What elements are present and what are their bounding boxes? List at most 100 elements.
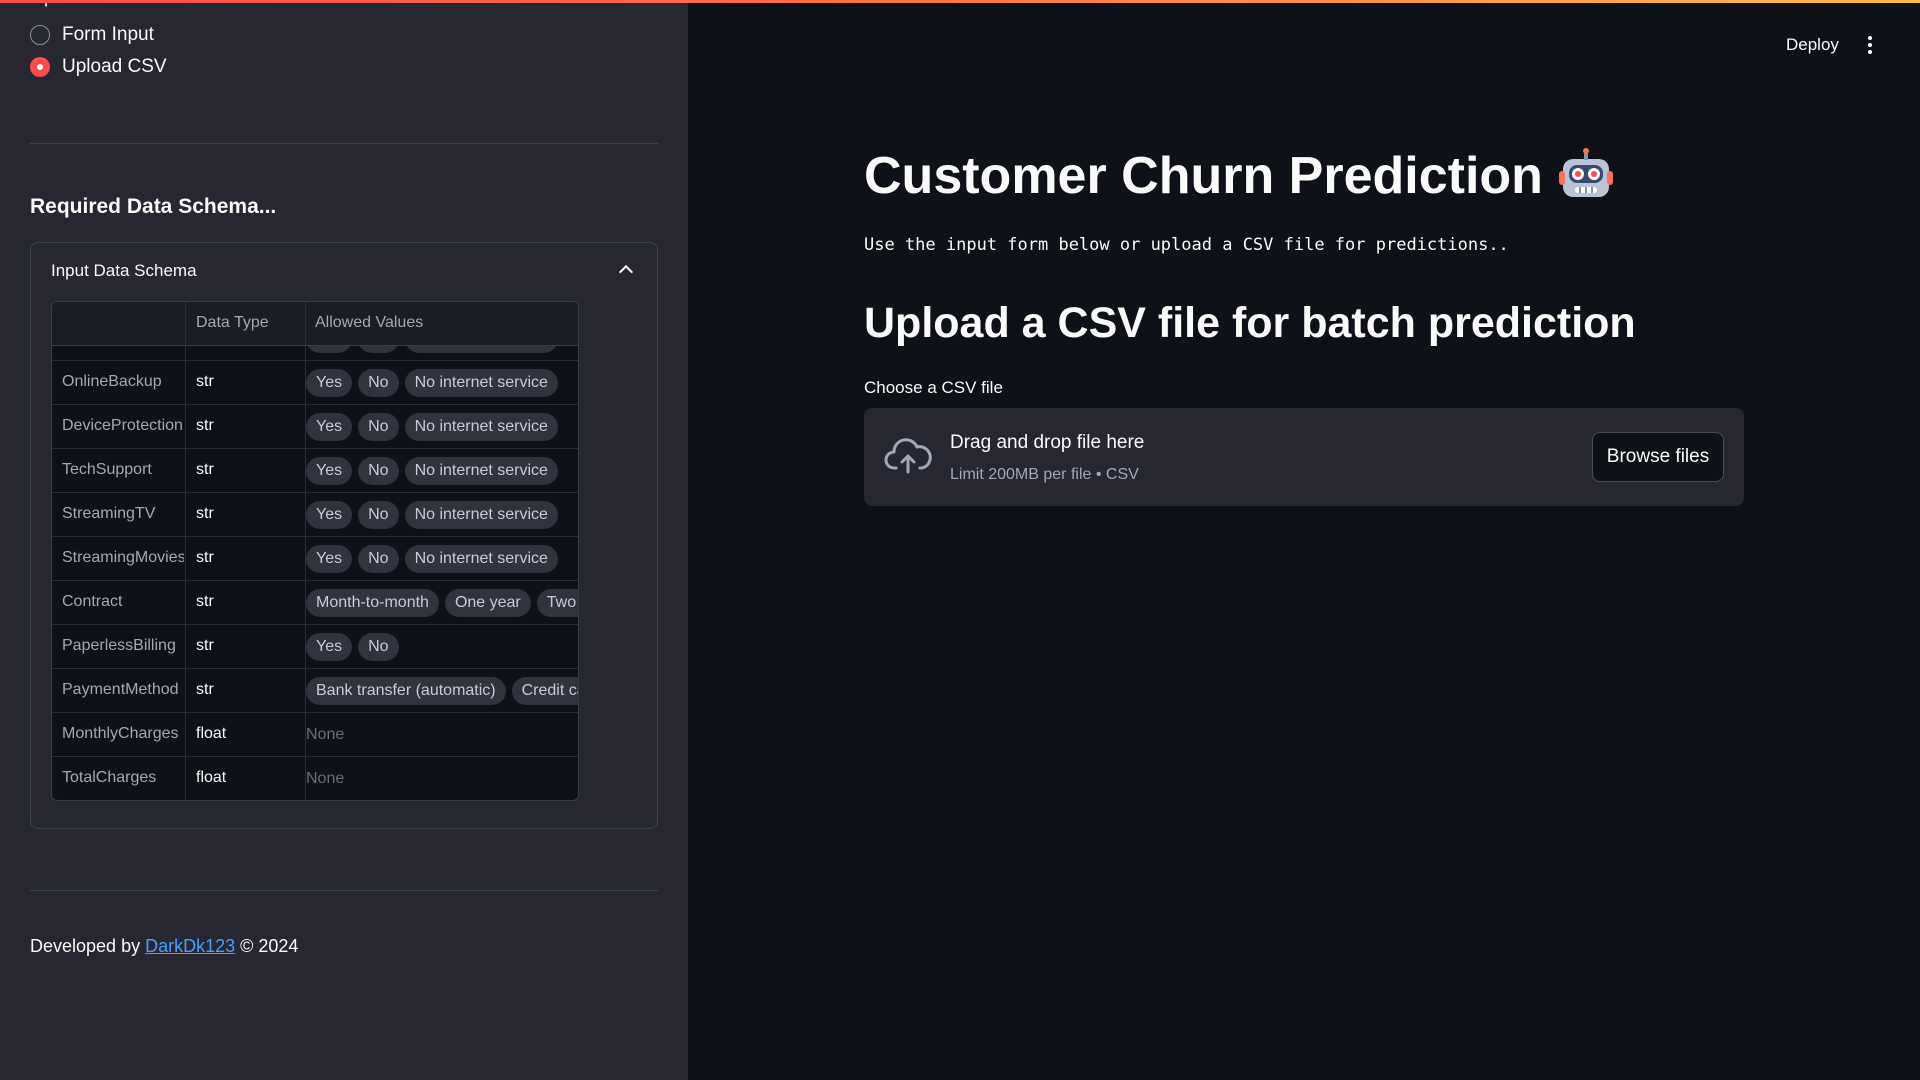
cell-data-type[interactable]: str — [196, 549, 214, 567]
cell-column-name[interactable]: DeviceProtection — [62, 417, 184, 435]
footer: Developed by DarkDk123 © 2024 — [30, 936, 298, 957]
value-pill: Two year — [536, 589, 578, 617]
value-pill: No — [358, 501, 399, 529]
cell-column-name[interactable]: PaymentMethod — [62, 681, 184, 699]
file-dropzone[interactable]: Drag and drop file here Limit 200MB per … — [864, 408, 1744, 506]
divider — [30, 143, 658, 144]
value-pill: Bank transfer (automatic) — [306, 677, 506, 705]
schema-heading: Required Data Schema... — [30, 195, 277, 218]
table-row: OnlineBackup str Yes No No internet service — [52, 361, 578, 405]
page-title: Customer Churn Prediction — [864, 146, 1615, 206]
cell-column-name[interactable]: TotalCharges — [62, 769, 184, 787]
cell-column-name[interactable]: Contract — [62, 593, 184, 611]
deploy-button[interactable]: Deploy — [1786, 35, 1839, 55]
column-divider — [305, 302, 306, 800]
cell-column-name[interactable]: StreamingTV — [62, 505, 184, 523]
author-link[interactable]: DarkDk123 — [145, 936, 235, 956]
cell-column-name[interactable]: OnlineBackup — [62, 373, 184, 391]
table-row: MonthlyCharges float None — [52, 713, 578, 757]
cell-data-type[interactable]: str — [196, 417, 214, 435]
column-header-data-type[interactable]: Data Type — [196, 314, 269, 332]
cloud-upload-icon — [884, 438, 932, 474]
column-header-allowed-values[interactable]: Allowed Values — [315, 314, 423, 332]
value-pill: Yes — [306, 457, 353, 485]
cell-data-type[interactable]: str — [196, 681, 214, 699]
browse-files-button[interactable]: Browse files — [1592, 432, 1724, 482]
cell-data-type[interactable]: str — [196, 373, 214, 391]
value-pill: Month-to-month — [306, 589, 439, 617]
cell-allowed-values[interactable]: None — [306, 721, 578, 749]
cell-column-name[interactable]: StreamingMovies — [62, 549, 184, 567]
expander-title[interactable]: Input Data Schema — [51, 261, 197, 281]
value-pill: No — [358, 545, 399, 573]
value-pill: No — [358, 457, 399, 485]
cell-allowed-values[interactable]: YesNoNo internet service — [306, 501, 578, 529]
top-decoration-bar — [0, 0, 1920, 3]
table-row: PaymentMethod str Bank transfer (automatic… — [52, 669, 578, 713]
table-row: StreamingTV str Yes No No internet service — [52, 493, 578, 537]
cell-data-type[interactable]: str — [196, 637, 214, 655]
cell-allowed-values[interactable]: None — [306, 765, 578, 793]
value-pill: No — [358, 413, 399, 441]
schema-table[interactable]: Data Type Allowed Values OnlineSecuritys… — [51, 301, 579, 801]
cell-allowed-values[interactable]: YesNoNo internet service — [306, 457, 578, 485]
radio-upload-csv[interactable]: Upload CSV — [30, 56, 167, 78]
chevron-up-icon[interactable] — [618, 264, 634, 280]
cell-allowed-values[interactable]: YesNoNo internet service — [306, 545, 578, 573]
cell-allowed-values[interactable]: YesNoNo internet service — [306, 369, 578, 397]
table-row: StreamingMovies str Yes No No internet servi… — [52, 537, 578, 581]
table-header: Data Type Allowed Values — [52, 302, 578, 346]
cell-data-type[interactable]: float — [196, 725, 226, 743]
value-pill: No internet service — [404, 369, 558, 397]
robot-icon — [1558, 148, 1613, 197]
value-pill: Yes — [306, 413, 353, 441]
table-row: Contract str Month-to-monthOne yearTwo yea… — [52, 581, 578, 625]
kebab-menu-icon[interactable] — [1868, 36, 1872, 54]
cell-column-name[interactable]: MonthlyCharges — [62, 725, 184, 743]
table-row: PaperlessBilling str Yes No — [52, 625, 578, 669]
schema-expander: Input Data Schema Data Type Allowed Valu… — [30, 242, 658, 829]
file-uploader-label: Choose a CSV file — [864, 378, 1003, 397]
table-row: TechSupport str Yes No No internet service — [52, 449, 578, 493]
value-pill: No internet service — [404, 501, 558, 529]
radio-label: Form Input — [62, 24, 154, 45]
value-pill: No internet service — [404, 545, 558, 573]
none-value: None — [306, 726, 345, 743]
drag-drop-text: Drag and drop file here — [950, 432, 1145, 453]
radio-label: Upload CSV — [62, 56, 167, 77]
footer-prefix: Developed by — [30, 936, 146, 956]
section-title: Upload a CSV file for batch prediction — [864, 299, 1636, 347]
cell-column-name[interactable]: PaperlessBilling — [62, 637, 184, 655]
value-pill: One year — [444, 589, 531, 617]
cell-data-type[interactable]: float — [196, 769, 226, 787]
divider — [30, 890, 658, 891]
value-pill: No — [358, 633, 399, 661]
value-pill: Yes — [306, 633, 353, 661]
cell-column-name[interactable]: TechSupport — [62, 461, 184, 479]
radio-selected-icon — [30, 57, 50, 77]
value-pill: No internet service — [404, 457, 558, 485]
cell-allowed-values[interactable]: Bank transfer (automatic)Credit card (au… — [306, 677, 578, 705]
column-divider — [185, 302, 186, 800]
page-subtitle: Use the input form below or upload a CSV… — [864, 235, 1509, 255]
cell-data-type[interactable]: str — [196, 505, 214, 523]
value-pill: Yes — [306, 501, 353, 529]
sidebar: Input Method Form Input Upload CSV Requi… — [0, 0, 688, 1080]
radio-form-input[interactable]: Form Input — [30, 24, 154, 46]
radio-unselected-icon — [30, 25, 50, 45]
value-pill: No internet service — [404, 413, 558, 441]
value-pill: No — [358, 369, 399, 397]
cell-allowed-values[interactable]: Month-to-monthOne yearTwo year — [306, 589, 578, 617]
value-pill: Yes — [306, 545, 353, 573]
page-title-text: Customer Churn Prediction — [864, 147, 1543, 205]
cell-data-type[interactable]: str — [196, 593, 214, 611]
cell-allowed-values[interactable]: Yes No — [306, 633, 578, 661]
footer-suffix: © 2024 — [235, 936, 299, 956]
table-row: DeviceProtection str Yes No No internet serv… — [52, 405, 578, 449]
cell-allowed-values[interactable]: YesNoNo internet service — [306, 413, 578, 441]
value-pill: Yes — [306, 369, 353, 397]
table-row: TotalCharges float None — [52, 757, 578, 800]
upload-limit-text: Limit 200MB per file • CSV — [950, 466, 1139, 483]
value-pill: Credit card (automatic) — [511, 677, 578, 705]
cell-data-type[interactable]: str — [196, 461, 214, 479]
